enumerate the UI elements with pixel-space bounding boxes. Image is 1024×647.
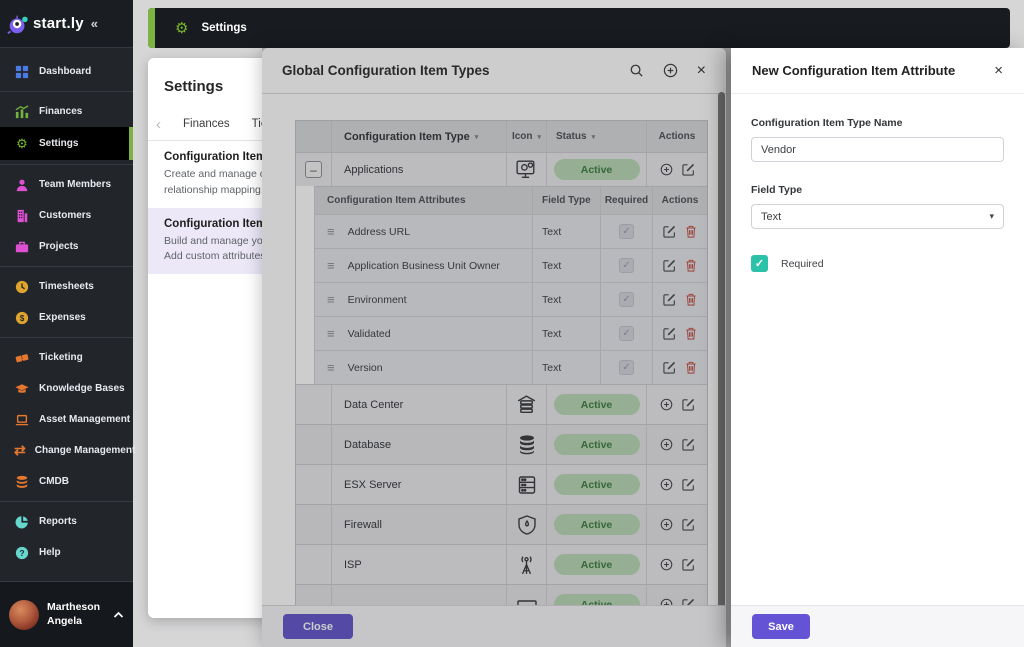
sidebar-item-customers[interactable]: Customers xyxy=(0,200,133,231)
sidebar-item-reports[interactable]: Reports xyxy=(0,506,133,537)
database-icon xyxy=(14,474,30,490)
dollar-icon: $ xyxy=(14,310,30,326)
drawer-header: New Configuration Item Attribute × xyxy=(731,48,1024,94)
user-name: Martheson Angela xyxy=(47,601,105,628)
finances-chart-icon xyxy=(14,104,30,120)
sidebar-item-knowledge-bases[interactable]: Knowledge Bases xyxy=(0,373,133,404)
required-checkbox[interactable]: ✓ xyxy=(751,255,768,272)
modal-dim-overlay xyxy=(262,48,731,647)
divider xyxy=(0,91,133,92)
graduation-cap-icon xyxy=(14,381,30,397)
avatar xyxy=(9,600,39,630)
drawer-close-icon[interactable]: × xyxy=(994,63,1003,78)
building-icon xyxy=(14,208,30,224)
drawer-body: Configuration Item Type Name Field Type … xyxy=(731,94,1024,295)
briefcase-icon xyxy=(14,239,30,255)
sidebar-item-dashboard[interactable]: Dashboard xyxy=(0,56,133,87)
sidebar-item-cmdb[interactable]: CMDB xyxy=(0,466,133,497)
divider xyxy=(0,164,133,165)
sidebar-item-asset-management[interactable]: Asset Management xyxy=(0,404,133,435)
chevron-up-icon[interactable] xyxy=(113,611,124,619)
sidebar-item-expenses[interactable]: $ Expenses xyxy=(0,302,133,333)
required-label: Required xyxy=(781,258,824,270)
brand-logo: start.ly « xyxy=(0,0,133,48)
brand-name: start.ly xyxy=(33,15,84,32)
header-accent-bar xyxy=(148,8,155,48)
sidebar-item-change-management[interactable]: ⇄ Change Management xyxy=(0,435,133,466)
divider xyxy=(0,337,133,338)
sidebar-item-ticketing[interactable]: Ticketing xyxy=(0,342,133,373)
sidebar-item-projects[interactable]: Projects xyxy=(0,231,133,262)
laptop-icon xyxy=(14,412,30,428)
robot-logo-icon xyxy=(6,12,30,36)
svg-text:?: ? xyxy=(19,548,24,558)
divider xyxy=(0,266,133,267)
tab-scroll-left-icon[interactable]: ‹ xyxy=(156,116,172,133)
sidebar-nav: Dashboard Finances ⚙ Settings Team Membe… xyxy=(0,48,133,568)
sidebar: start.ly « Dashboard Finances ⚙ Settings… xyxy=(0,0,133,647)
tab-finances[interactable]: Finances xyxy=(183,118,230,130)
save-button[interactable]: Save xyxy=(752,614,810,639)
ticket-icon xyxy=(14,350,30,366)
pie-chart-icon xyxy=(14,514,30,530)
drawer-title: New Configuration Item Attribute xyxy=(752,63,994,78)
field-type-select[interactable]: Text ▾ xyxy=(751,204,1004,229)
new-attribute-drawer: New Configuration Item Attribute × Confi… xyxy=(731,48,1024,647)
page-header: ⚙ Settings xyxy=(148,8,1010,48)
sidebar-collapse-icon[interactable]: « xyxy=(91,16,98,31)
sidebar-item-help[interactable]: ? Help xyxy=(0,537,133,568)
field-type-value: Text xyxy=(761,211,781,223)
help-icon: ? xyxy=(14,545,30,561)
sidebar-item-team-members[interactable]: Team Members xyxy=(0,169,133,200)
sidebar-item-settings[interactable]: ⚙ Settings xyxy=(0,127,133,160)
required-row: ✓ Required xyxy=(751,255,1004,272)
svg-text:$: $ xyxy=(20,314,25,323)
user-menu[interactable]: Martheson Angela xyxy=(0,581,133,647)
select-caret-icon: ▾ xyxy=(989,211,994,222)
clock-icon xyxy=(14,279,30,295)
divider xyxy=(0,501,133,502)
ci-type-name-input[interactable] xyxy=(751,137,1004,162)
field-type-label: Field Type xyxy=(751,184,1004,196)
drawer-footer: Save xyxy=(731,605,1024,647)
person-icon xyxy=(14,177,30,193)
sidebar-item-finances[interactable]: Finances xyxy=(0,96,133,127)
settings-gear-icon: ⚙ xyxy=(14,136,30,152)
swap-arrows-icon: ⇄ xyxy=(14,443,26,459)
sidebar-item-timesheets[interactable]: Timesheets xyxy=(0,271,133,302)
page-title: Settings xyxy=(201,22,246,34)
dashboard-icon xyxy=(14,64,30,80)
name-field-label: Configuration Item Type Name xyxy=(751,117,1004,129)
header-gear-icon: ⚙ xyxy=(175,19,188,37)
